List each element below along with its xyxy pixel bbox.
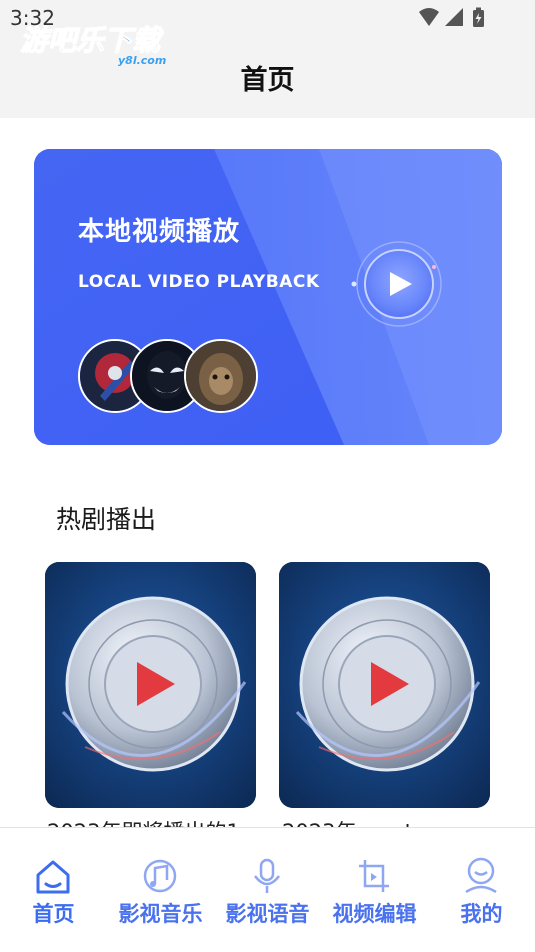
- video-disc-icon: [45, 562, 256, 808]
- drama-card[interactable]: [279, 562, 490, 808]
- signal-icon: [445, 8, 463, 26]
- local-video-banner[interactable]: 本地视频播放 LOCAL VIDEO PLAYBACK: [34, 149, 502, 445]
- music-icon: [143, 859, 177, 893]
- nav-label: 影视语音: [225, 902, 310, 926]
- nav-label: 影视音乐: [118, 902, 203, 926]
- nav-item-profile[interactable]: 我的: [428, 828, 535, 952]
- drama-card[interactable]: [45, 562, 256, 808]
- banner-title: 本地视频播放: [78, 217, 241, 247]
- avatar-group: [78, 339, 258, 413]
- video-disc-icon: [279, 562, 490, 808]
- play-button-icon[interactable]: [344, 239, 454, 349]
- nav-item-edit[interactable]: 视频编辑: [321, 828, 428, 952]
- wifi-icon: [419, 8, 439, 26]
- profile-icon: [465, 857, 497, 894]
- avatar: [184, 339, 258, 413]
- page-title: 首页: [240, 65, 295, 96]
- nav-item-music[interactable]: 影视音乐: [107, 828, 214, 952]
- nav-label: 视频编辑: [332, 902, 417, 926]
- bottom-nav: 首页 影视音乐 影视语音 视频编辑 我的: [0, 827, 535, 952]
- crop-icon: [359, 860, 389, 892]
- nav-item-home[interactable]: 首页: [0, 828, 107, 952]
- section-title: 热剧播出: [56, 505, 157, 534]
- nav-item-voice[interactable]: 影视语音: [214, 828, 321, 952]
- nav-label: 首页: [32, 902, 75, 926]
- home-icon: [36, 860, 70, 894]
- banner-subtitle: LOCAL VIDEO PLAYBACK: [78, 272, 320, 292]
- microphone-icon: [254, 858, 280, 893]
- svg-text:游吧乐下载: 游吧乐下载: [20, 24, 164, 57]
- nav-label: 我的: [460, 902, 503, 926]
- app-header: 3:32 游吧乐下载 y8l.com 首页: [0, 0, 535, 118]
- status-icons: [419, 7, 484, 27]
